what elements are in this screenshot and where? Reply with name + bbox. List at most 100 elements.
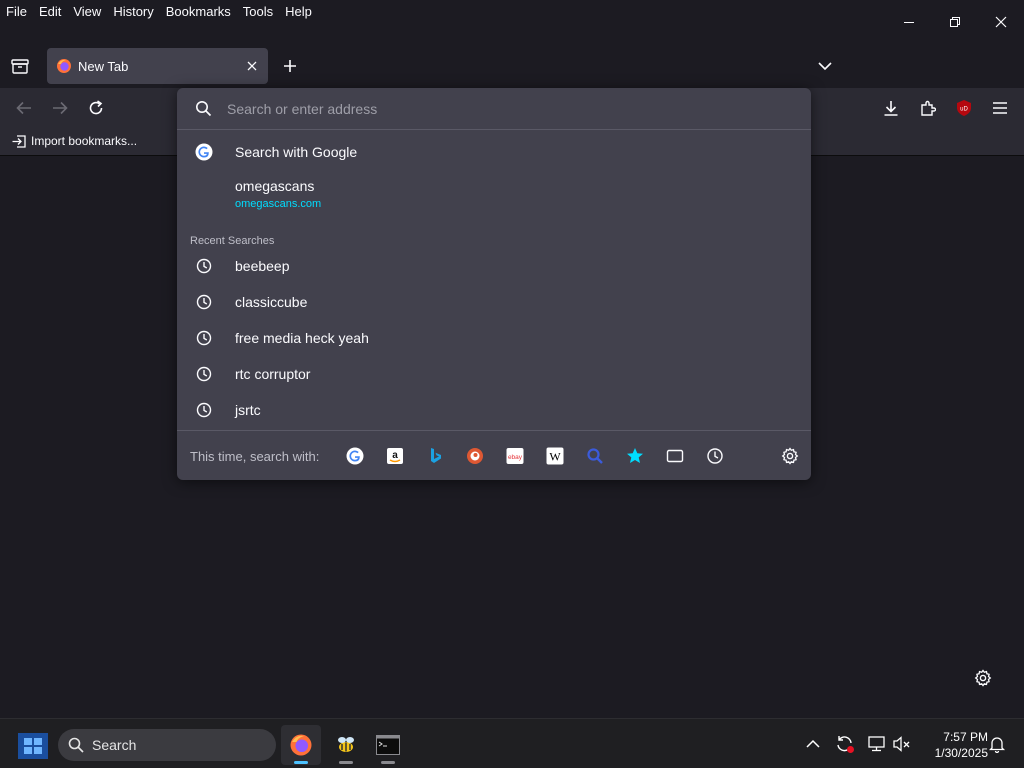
svg-text:W: W [549, 450, 561, 464]
close-icon [247, 61, 257, 71]
ublock-origin-icon: uD [957, 100, 971, 116]
tab-new-tab[interactable]: New Tab [47, 48, 268, 84]
engine-google-button[interactable] [344, 445, 366, 467]
menu-bookmarks[interactable]: Bookmarks [166, 4, 231, 19]
volume-muted-icon [893, 736, 910, 752]
recent-search-item[interactable]: classiccube [185, 290, 803, 314]
recent-search-item[interactable]: beebeep [185, 254, 803, 278]
bee-icon [338, 737, 354, 752]
running-indicator [339, 761, 353, 764]
puzzle-icon [921, 100, 936, 116]
clock-icon [193, 255, 215, 277]
notifications-button[interactable] [986, 733, 1008, 755]
engine-ebay-button[interactable]: ebay [504, 445, 526, 467]
ublock-origin-button[interactable]: uD [951, 95, 977, 121]
clock-icon [193, 291, 215, 313]
site-result-url: omegascans.com [235, 198, 322, 210]
menu-history[interactable]: History [113, 4, 153, 19]
forward-arrow-icon [53, 101, 68, 115]
active-indicator [294, 761, 308, 764]
engine-wikipedia-button[interactable]: W [544, 445, 566, 467]
sync-status-button[interactable] [834, 733, 856, 755]
sync-icon [837, 736, 854, 753]
bookmarks-icon [627, 448, 643, 463]
gear-icon [781, 447, 799, 465]
app-menu-button[interactable] [987, 95, 1013, 121]
tab-close-button[interactable] [240, 54, 264, 78]
import-bookmarks-button[interactable]: Import bookmarks... [12, 134, 137, 148]
menu-view[interactable]: View [73, 4, 101, 19]
history-icon [707, 448, 723, 464]
recent-search-label: beebeep [235, 258, 290, 274]
windows-logo-icon [17, 733, 48, 759]
urlbar-input[interactable] [227, 98, 787, 120]
taskbar-firefox[interactable] [281, 725, 321, 765]
history-search-button[interactable] [704, 445, 726, 467]
start-button[interactable] [16, 732, 49, 760]
show-hidden-icons-button[interactable] [802, 733, 824, 755]
terminal-icon [376, 735, 400, 755]
tab-strip: New Tab [0, 44, 1024, 88]
site-result-omegascans[interactable]: omegascans omegascans.com [185, 178, 803, 218]
plus-icon [284, 60, 296, 72]
close-window-button[interactable] [978, 0, 1024, 44]
reload-icon [89, 100, 103, 115]
new-tab-settings-button[interactable] [972, 667, 994, 689]
recent-search-label: jsrtc [235, 402, 261, 418]
extensions-button[interactable] [915, 95, 941, 121]
ebay-icon: ebay [506, 448, 524, 464]
clock-icon [193, 363, 215, 385]
network-status-button[interactable] [866, 733, 888, 755]
restore-button[interactable] [932, 0, 978, 44]
search-settings-button[interactable] [779, 445, 801, 467]
tabs-icon [666, 449, 684, 463]
svg-text:uD: uD [960, 107, 968, 113]
firefox-icon [290, 734, 312, 756]
taskbar-clock[interactable]: 7:57 PM 1/30/2025 [918, 729, 988, 761]
bing-icon [431, 448, 441, 463]
taskbar-search-box[interactable]: Search [58, 729, 276, 761]
volume-muted-button[interactable] [891, 733, 913, 755]
forward-button[interactable] [47, 95, 73, 121]
chevron-up-icon [806, 739, 820, 748]
minimize-button[interactable] [886, 0, 932, 44]
amazon-icon: a [387, 448, 403, 464]
search-icon [196, 101, 212, 117]
reload-button[interactable] [83, 95, 109, 121]
urlbar-popup: Search with Google omegascans omegascans… [177, 88, 811, 480]
search-plugin-icon [587, 448, 603, 464]
google-icon [346, 447, 364, 465]
chevron-down-icon [818, 62, 832, 71]
window-controls [886, 0, 1024, 44]
tabs-search-button[interactable] [664, 445, 686, 467]
list-all-tabs-button[interactable] [813, 54, 837, 78]
download-icon [884, 101, 898, 116]
engine-search-plugin-button[interactable] [584, 445, 606, 467]
engine-amazon-button[interactable]: a [384, 445, 406, 467]
recent-search-label: classiccube [235, 294, 308, 310]
clock-icon [193, 399, 215, 421]
hamburger-menu-icon [993, 102, 1007, 114]
back-button[interactable] [11, 95, 37, 121]
recent-search-label: free media heck yeah [235, 330, 369, 346]
menu-file[interactable]: File [6, 4, 27, 19]
recent-search-item[interactable]: rtc corruptor [185, 362, 803, 386]
firefox-view-button[interactable] [8, 55, 32, 77]
engine-duckduckgo-button[interactable] [464, 445, 486, 467]
taskbar-terminal[interactable] [368, 725, 408, 765]
bookmarks-search-button[interactable] [624, 445, 646, 467]
new-tab-button[interactable] [278, 54, 302, 78]
menu-help[interactable]: Help [285, 4, 312, 19]
recent-search-item[interactable]: free media heck yeah [185, 326, 803, 350]
engine-bing-button[interactable] [424, 445, 446, 467]
close-icon [995, 16, 1007, 28]
downloads-button[interactable] [878, 95, 904, 121]
menu-edit[interactable]: Edit [39, 4, 61, 19]
taskbar-beebeep[interactable] [326, 725, 366, 765]
windows-taskbar: Search 7:57 PM 1/30/2025 [0, 718, 1024, 768]
site-result-text: omegascans omegascans.com [235, 178, 321, 210]
search-with-google-result[interactable]: Search with Google [185, 140, 803, 164]
menu-tools[interactable]: Tools [243, 4, 273, 19]
recent-search-item[interactable]: jsrtc [185, 398, 803, 422]
gear-icon [974, 669, 992, 687]
